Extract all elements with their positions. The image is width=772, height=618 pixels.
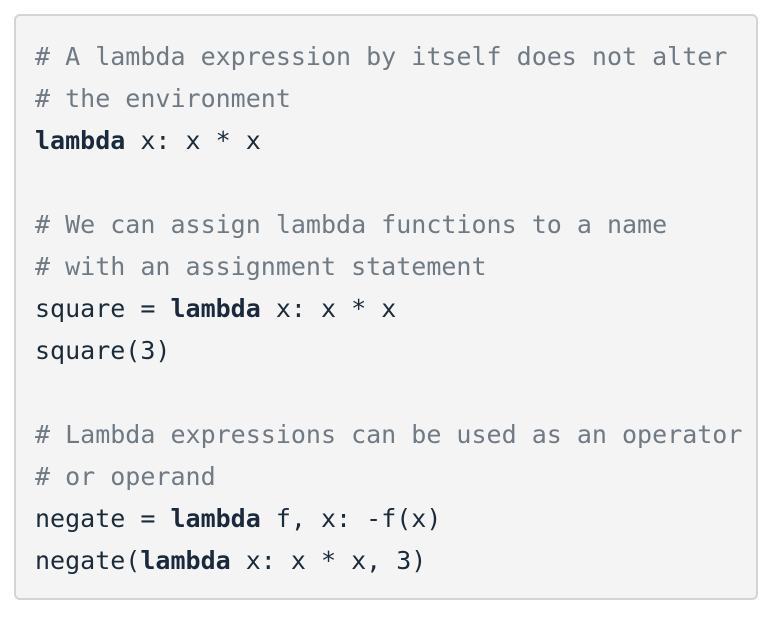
code-text: x: x * x, 3) xyxy=(230,546,427,575)
code-comment: # A lambda expression by itself does not… xyxy=(35,42,728,71)
code-comment: # We can assign lambda functions to a na… xyxy=(35,210,668,239)
code-comment: # Lambda expressions can be used as an o… xyxy=(35,420,743,449)
code-line: square(3) xyxy=(35,330,742,372)
code-text: f, x: -f(x) xyxy=(260,504,442,533)
code-line: # the environment xyxy=(35,78,742,120)
code-line: lambda x: x * x xyxy=(35,120,742,162)
code-line: negate(lambda x: x * x, 3) xyxy=(35,540,742,582)
code-comment: # with an assignment statement xyxy=(35,252,487,281)
code-keyword: lambda xyxy=(170,504,261,533)
code-text: x: x * x xyxy=(125,126,261,155)
code-line: # We can assign lambda functions to a na… xyxy=(35,204,742,246)
code-comment: # or operand xyxy=(35,462,216,491)
code-text: square = xyxy=(35,294,171,323)
code-keyword: lambda xyxy=(35,126,126,155)
code-text: x: x * x xyxy=(260,294,397,323)
code-text: square(3) xyxy=(35,336,171,365)
code-line: negate = lambda f, x: -f(x) xyxy=(35,498,742,540)
code-text: negate = xyxy=(35,504,171,533)
code-keyword: lambda xyxy=(170,294,261,323)
code-comment: # the environment xyxy=(35,84,291,113)
code-line: # Lambda expressions can be used as an o… xyxy=(35,414,742,456)
code-line: square = lambda x: x * x xyxy=(35,288,742,330)
code-block: # A lambda expression by itself does not… xyxy=(14,14,758,600)
code-keyword: lambda xyxy=(140,546,231,575)
code-line: # or operand xyxy=(35,456,742,498)
code-content: # A lambda expression by itself does not… xyxy=(35,36,742,582)
code-line: # with an assignment statement xyxy=(35,246,742,288)
code-text: negate( xyxy=(35,546,141,575)
code-line: # A lambda expression by itself does not… xyxy=(35,36,742,78)
